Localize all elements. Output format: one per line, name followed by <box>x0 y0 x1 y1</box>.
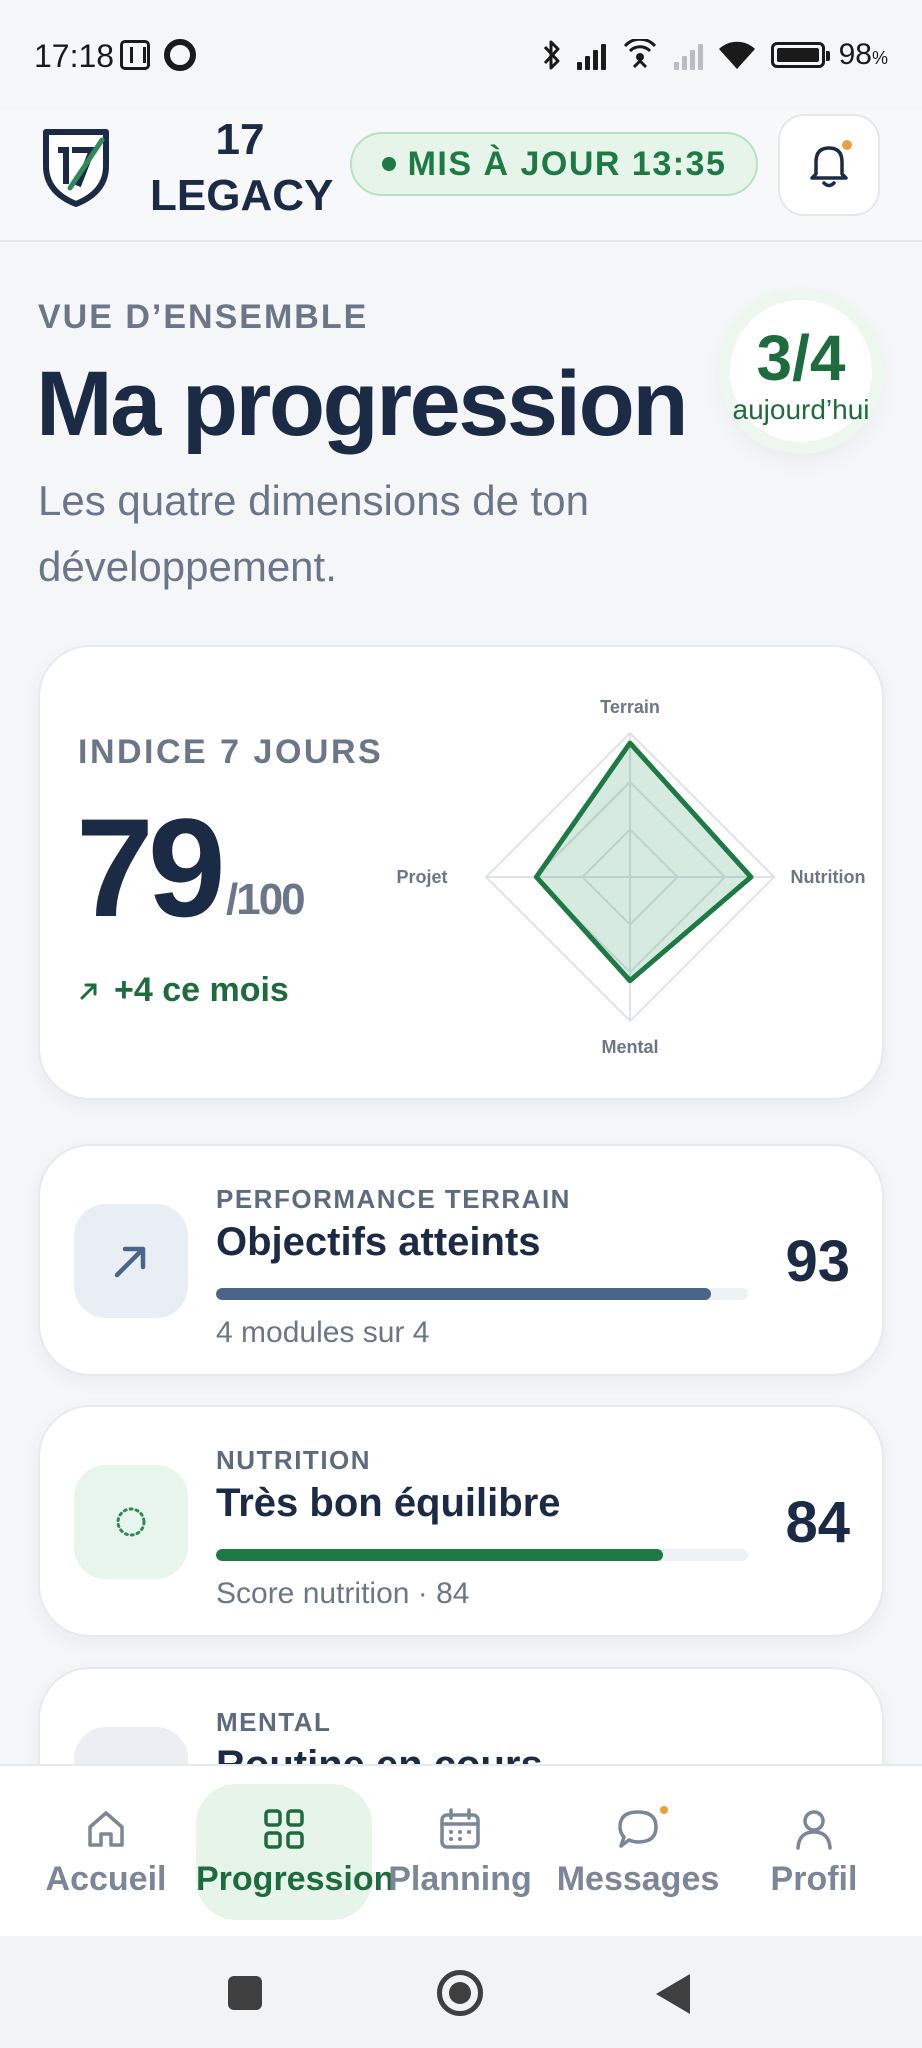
recents-button[interactable] <box>228 1976 262 2010</box>
metric-progress-bar <box>216 1288 748 1300</box>
radar-label-terrain: Terrain <box>600 697 660 717</box>
today-progress-badge: 3/4 aujourd’hui <box>730 300 872 442</box>
notification-dot-icon <box>842 140 852 150</box>
chat-icon <box>618 1810 658 1848</box>
metric-subtitle: Score nutrition · 84 <box>216 1577 470 1610</box>
nav-messages[interactable]: Messages <box>550 1784 726 1920</box>
nav-profil[interactable]: Profil <box>726 1784 902 1920</box>
radar-label-nutrition: Nutrition <box>791 867 866 887</box>
metric-progress-fill <box>216 1549 663 1561</box>
nfc-icon <box>120 40 150 70</box>
index-eyebrow: INDICE 7 JOURS <box>78 733 384 771</box>
radar-label-mental: Mental <box>601 1037 658 1057</box>
radar-label-projet: Projet <box>396 867 447 887</box>
metric-card-terrain[interactable]: PERFORMANCE TERRAIN Objectifs atteints 4… <box>38 1144 884 1376</box>
index-max: /100 <box>226 875 306 924</box>
signal-2-icon <box>673 40 703 70</box>
metric-title: Objectifs atteints <box>216 1220 541 1264</box>
metric-eyebrow: MENTAL <box>216 1707 332 1737</box>
status-dot-icon <box>381 157 396 171</box>
notifications-button[interactable] <box>778 114 880 216</box>
today-value: 3/4 <box>756 322 846 394</box>
metric-eyebrow: NUTRITION <box>216 1445 372 1475</box>
home-icon <box>88 1811 124 1847</box>
metric-card-nutrition[interactable]: NUTRITION Très bon équilibre Score nutri… <box>38 1405 884 1637</box>
grid-icon <box>264 1809 304 1849</box>
radar-chart: Terrain Nutrition Mental Projet <box>396 697 866 1057</box>
metric-score: 93 <box>785 1229 850 1294</box>
today-label: aujourd’hui <box>732 394 870 425</box>
page-subtitle: Les quatre dimensions de ton développeme… <box>38 477 590 590</box>
home-button[interactable] <box>437 1970 483 2016</box>
battery-icon <box>770 42 830 68</box>
index-card[interactable]: INDICE 7 JOURS 79 /100 +4 ce mois Terrai… <box>38 645 884 1100</box>
status-bar: 17:18 98% <box>0 0 922 110</box>
status-icons: 98% <box>541 34 888 76</box>
back-button[interactable] <box>656 1974 690 2014</box>
messages-dot-icon <box>660 1806 668 1814</box>
battery-level: 98% <box>838 38 888 71</box>
radar-data-shape <box>533 740 754 984</box>
metric-title: Très bon équilibre <box>216 1481 561 1525</box>
section-eyebrow: VUE D’ENSEMBLE <box>38 298 369 336</box>
nutrition-icon-tile <box>74 1465 188 1579</box>
metric-subtitle: 4 modules sur 4 <box>216 1316 430 1349</box>
brand-name: 17 LEGACY <box>150 115 334 220</box>
signal-icon <box>576 40 606 70</box>
index-score: 79 <box>76 789 226 946</box>
dotted-circle-icon <box>116 1507 146 1537</box>
user-icon <box>796 1810 832 1850</box>
nav-planning[interactable]: Planning <box>372 1784 548 1920</box>
nav-progression[interactable]: Progression <box>196 1784 394 1920</box>
shield-logo-icon <box>43 129 109 207</box>
metric-progress-bar <box>216 1549 748 1561</box>
bluetooth-icon <box>543 40 560 70</box>
metric-progress-fill <box>216 1288 711 1300</box>
metric-score: 84 <box>785 1490 850 1555</box>
hotspot-icon <box>623 39 656 69</box>
bottom-navigation: Accueil Progression Planning Messages Pr… <box>0 1764 922 1936</box>
nav-accueil[interactable]: Accueil <box>18 1784 194 1920</box>
calendar-icon <box>440 1808 480 1849</box>
metric-eyebrow: PERFORMANCE TERRAIN <box>216 1184 571 1214</box>
terrain-icon-tile <box>74 1204 188 1318</box>
index-trend: +4 ce mois <box>78 971 289 1010</box>
record-indicator-icon <box>164 39 196 71</box>
status-time: 17:18 <box>34 38 115 74</box>
wifi-icon <box>718 41 755 69</box>
trend-up-icon <box>114 1246 146 1278</box>
app-header: 17 LEGACY MIS À JOUR 13:35 <box>0 110 922 242</box>
update-status-badge: MIS À JOUR 13:35 <box>350 132 758 196</box>
trend-arrow-icon <box>80 983 97 999</box>
page-title: Ma progression <box>36 353 689 455</box>
